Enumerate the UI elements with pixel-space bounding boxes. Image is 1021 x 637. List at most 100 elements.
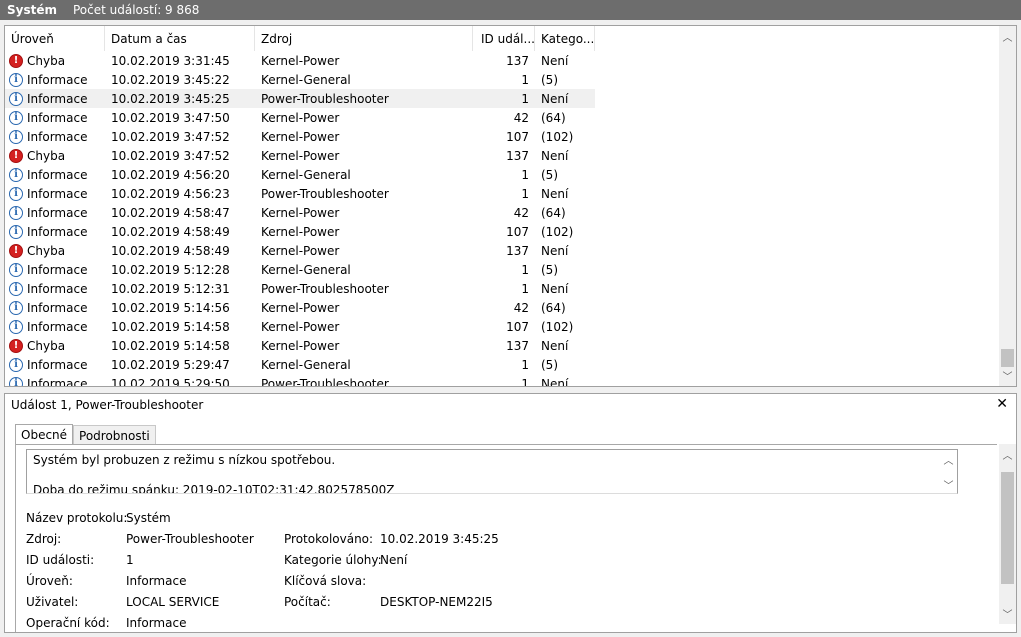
event-row[interactable]: i Informace 10.02.2019 5:29:50 Power-Troubl… — [5, 374, 1000, 387]
description-scrollbar[interactable]: ︿ ﹀ — [940, 450, 957, 493]
scroll-up-icon[interactable]: ︿ — [999, 446, 1016, 463]
event-row[interactable]: ! Chyba 10.02.2019 3:31:45 Kernel-Power 137 N… — [5, 51, 1000, 70]
scroll-up-icon[interactable]: ︿ — [940, 451, 957, 467]
category-cell: Není — [541, 186, 569, 201]
event-id-cell: 1 — [521, 186, 529, 201]
level-text: Chyba — [27, 148, 66, 163]
category-cell: Není — [541, 91, 569, 106]
scrollbar-thumb[interactable] — [1001, 472, 1014, 584]
event-row-cells: i Informace 10.02.2019 5:12:28 Kernel-Gener… — [5, 260, 595, 279]
info-icon: i — [9, 72, 23, 87]
column-header-source[interactable]: Zdroj — [255, 26, 473, 51]
event-row[interactable]: i Informace 10.02.2019 5:14:56 Kernel-Power… — [5, 298, 1000, 317]
event-row-cells: i Informace 10.02.2019 4:58:49 Kernel-Power… — [5, 222, 595, 241]
level-cell: i Informace — [5, 72, 105, 87]
info-icon: i — [9, 300, 23, 315]
source-cell: Kernel-General — [261, 357, 351, 372]
info-icon: i — [9, 167, 23, 182]
category-cell: (5) — [541, 357, 558, 372]
detail-scrollbar[interactable]: ︿ ﹀ — [999, 444, 1016, 624]
event-row[interactable]: i Informace 10.02.2019 5:12:31 Power-Troubl… — [5, 279, 1000, 298]
event-id-cell: 107 — [506, 224, 529, 239]
level-text: Informace — [27, 110, 88, 125]
column-header-level[interactable]: Úroveň — [5, 26, 105, 51]
date-cell: 10.02.2019 5:14:58 — [111, 338, 230, 353]
close-icon[interactable]: ✕ — [996, 396, 1008, 412]
event-row[interactable]: i Informace 10.02.2019 5:29:47 Kernel-Gener… — [5, 355, 1000, 374]
info-icon: i — [9, 186, 23, 201]
event-row-cells: i Informace 10.02.2019 4:56:20 Kernel-Gener… — [5, 165, 595, 184]
scroll-up-icon[interactable]: ︿ — [999, 28, 1016, 45]
level-value: Informace — [126, 574, 187, 588]
event-row[interactable]: ! Chyba 10.02.2019 5:14:58 Kernel-Power 137 N… — [5, 336, 1000, 355]
level-cell: i Informace — [5, 129, 105, 144]
opcode-value: Informace — [126, 616, 187, 630]
source-cell: Power-Troubleshooter — [261, 281, 389, 296]
event-list-header: Úroveň ^ Datum a čas Zdroj ID udál... Ka… — [5, 26, 1000, 51]
event-id-value: 1 — [126, 553, 134, 567]
source-cell: Kernel-Power — [261, 129, 340, 144]
level-text: Informace — [27, 186, 88, 201]
source-cell: Kernel-Power — [261, 148, 340, 163]
date-cell: 10.02.2019 4:58:49 — [111, 224, 230, 239]
event-row[interactable]: i Informace 10.02.2019 4:58:47 Kernel-Power… — [5, 203, 1000, 222]
computer-label: Počítač: — [284, 595, 331, 609]
user-label: Uživatel: — [26, 595, 79, 609]
date-cell: 10.02.2019 3:47:52 — [111, 129, 230, 144]
column-header-date[interactable]: ^ Datum a čas — [105, 26, 255, 51]
source-cell: Kernel-General — [261, 72, 351, 87]
level-cell: ! Chyba — [5, 338, 105, 353]
level-text: Informace — [27, 281, 88, 296]
event-id-cell: 137 — [506, 338, 529, 353]
event-row[interactable]: i Informace 10.02.2019 3:45:22 Kernel-Gener… — [5, 70, 1000, 89]
level-text: Informace — [27, 224, 88, 239]
category-cell: (64) — [541, 300, 566, 315]
column-header-id[interactable]: ID udál... — [473, 26, 535, 51]
info-icon: i — [9, 110, 23, 125]
level-text: Chyba — [27, 338, 66, 353]
level-cell: i Informace — [5, 186, 105, 201]
date-cell: 10.02.2019 3:47:50 — [111, 110, 230, 125]
event-id-cell: 1 — [521, 357, 529, 372]
event-description[interactable]: Systém byl probuzen z režimu s nízkou sp… — [26, 449, 958, 494]
error-icon: ! — [9, 148, 23, 163]
column-header-date-label: Datum a čas — [111, 31, 187, 46]
date-cell: 10.02.2019 4:56:23 — [111, 186, 230, 201]
source-cell: Power-Troubleshooter — [261, 376, 389, 387]
event-list[interactable]: Úroveň ^ Datum a čas Zdroj ID udál... Ka… — [4, 25, 1017, 387]
category-cell: (5) — [541, 72, 558, 87]
event-row[interactable]: ! Chyba 10.02.2019 3:47:52 Kernel-Power 137 N… — [5, 146, 1000, 165]
source-cell: Kernel-General — [261, 262, 351, 277]
tab-details[interactable]: Podrobnosti — [73, 425, 156, 445]
event-row-cells: i Informace 10.02.2019 5:14:56 Kernel-Power… — [5, 298, 595, 317]
level-cell: i Informace — [5, 300, 105, 315]
event-row[interactable]: i Informace 10.02.2019 3:47:52 Kernel-Power… — [5, 127, 1000, 146]
event-count: Počet událostí: 9 868 — [73, 3, 200, 17]
scrollbar-thumb[interactable] — [1001, 349, 1014, 367]
source-cell: Kernel-Power — [261, 243, 340, 258]
scroll-down-icon[interactable]: ﹀ — [999, 367, 1016, 384]
event-row[interactable]: i Informace 10.02.2019 4:56:23 Power-Troubl… — [5, 184, 1000, 203]
column-header-category[interactable]: Katego... — [535, 26, 595, 51]
event-id-cell: 1 — [521, 376, 529, 387]
info-icon: i — [9, 129, 23, 144]
level-text: Informace — [27, 91, 88, 106]
log-name-label: Název protokolu: — [26, 511, 128, 525]
event-row[interactable]: i Informace 10.02.2019 4:58:49 Kernel-Power… — [5, 222, 1000, 241]
scroll-down-icon[interactable]: ﹀ — [940, 476, 957, 492]
event-row[interactable]: i Informace 10.02.2019 5:12:28 Kernel-Gener… — [5, 260, 1000, 279]
event-list-scrollbar[interactable]: ︿ ﹀ — [999, 26, 1016, 386]
event-row[interactable]: i Informace 10.02.2019 5:14:58 Kernel-Power… — [5, 317, 1000, 336]
source-cell: Power-Troubleshooter — [261, 186, 389, 201]
event-row[interactable]: ! Chyba 10.02.2019 4:58:49 Kernel-Power 137 N… — [5, 241, 1000, 260]
event-row-cells: i Informace 10.02.2019 3:45:22 Kernel-Gener… — [5, 70, 595, 89]
tab-general[interactable]: Obecné — [15, 424, 74, 445]
event-row[interactable]: i Informace 10.02.2019 3:45:25 Power-Troubl… — [5, 89, 1000, 108]
computer-value: DESKTOP-NEM22I5 — [380, 595, 493, 609]
event-id-cell: 1 — [521, 91, 529, 106]
event-id-cell: 137 — [506, 148, 529, 163]
scroll-down-icon[interactable]: ﹀ — [999, 605, 1016, 622]
event-row[interactable]: i Informace 10.02.2019 3:47:50 Kernel-Power… — [5, 108, 1000, 127]
event-id-cell: 1 — [521, 72, 529, 87]
event-row[interactable]: i Informace 10.02.2019 4:56:20 Kernel-Gener… — [5, 165, 1000, 184]
